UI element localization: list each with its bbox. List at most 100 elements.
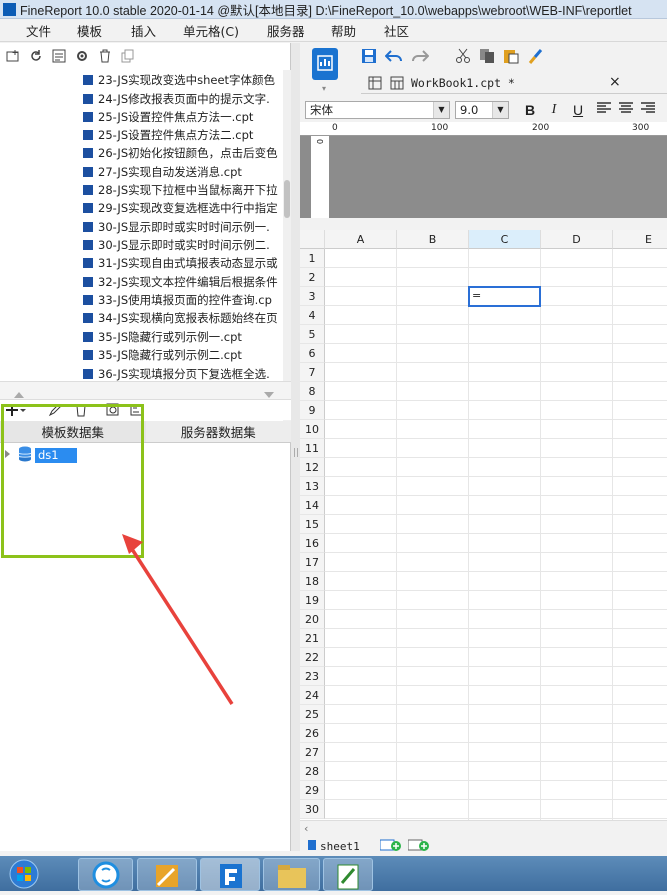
row-header[interactable]: 12 — [300, 458, 325, 477]
list-item[interactable]: 33-JS使用填报页面的控件查询.cp — [83, 291, 272, 309]
panel-divider[interactable] — [0, 381, 291, 400]
taskbar-tool-button[interactable] — [137, 858, 197, 891]
redo-icon[interactable] — [411, 48, 430, 67]
list-item[interactable]: 25-JS设置控件焦点方法二.cpt — [83, 126, 253, 144]
delete-icon[interactable] — [98, 49, 112, 63]
align-left-icon[interactable] — [597, 102, 611, 117]
row-header[interactable]: 13 — [300, 477, 325, 496]
column-header[interactable]: C — [469, 230, 541, 249]
spreadsheet-grid[interactable]: A B C D E 1 2 3 4 5 6 7 8 9 10 11 12 13 14 15 16 17 18 19 2… — [300, 230, 667, 820]
copy-cell-icon[interactable] — [479, 48, 495, 67]
collapse-up-icon[interactable] — [14, 387, 24, 401]
paste-icon[interactable] — [503, 48, 519, 67]
close-tab-icon[interactable]: × — [609, 74, 621, 90]
underline-button[interactable]: U — [569, 102, 587, 118]
settings-icon[interactable] — [75, 49, 89, 63]
menu-insert[interactable]: 插入 — [131, 21, 156, 40]
row-header[interactable]: 10 — [300, 420, 325, 439]
row-header[interactable]: 8 — [300, 382, 325, 401]
refresh-icon[interactable] — [29, 49, 43, 63]
file-list-scrollbar[interactable] — [283, 70, 291, 422]
taskbar-finereport-button[interactable] — [200, 858, 260, 891]
add-sheet-icon[interactable] — [379, 839, 402, 854]
column-header[interactable]: D — [541, 230, 613, 249]
taskbar-explorer-button[interactable] — [263, 858, 320, 891]
list-item[interactable]: 28-JS实现下拉框中当鼠标离开下拉 — [83, 181, 278, 199]
column-header[interactable]: E — [613, 230, 667, 249]
row-header[interactable]: 29 — [300, 781, 325, 800]
row-header[interactable]: 7 — [300, 363, 325, 382]
list-item[interactable]: 23-JS实现改变选中sheet字体颜色 — [83, 71, 275, 89]
row-header[interactable]: 28 — [300, 762, 325, 781]
row-header[interactable]: 24 — [300, 686, 325, 705]
sheet-tab[interactable]: sheet1 — [320, 840, 360, 853]
row-header[interactable]: 6 — [300, 344, 325, 363]
workbook-tab-label[interactable]: WorkBook1.cpt * — [411, 76, 515, 90]
row-header[interactable]: 16 — [300, 534, 325, 553]
menu-server[interactable]: 服务器 — [267, 21, 305, 40]
row-header[interactable]: 2 — [300, 268, 325, 287]
row-header[interactable]: 19 — [300, 591, 325, 610]
list-item[interactable]: 25-JS设置控件焦点方法一.cpt — [83, 108, 253, 126]
start-button[interactable] — [2, 859, 46, 892]
list-item[interactable]: 34-JS实现横向宽报表标题始终在页 — [83, 309, 278, 327]
save-icon[interactable] — [361, 48, 377, 67]
list-item[interactable]: 35-JS隐藏行或列示例二.cpt — [83, 346, 242, 364]
grid-horizontal-scrollbar[interactable]: ‹ — [300, 820, 667, 836]
row-header[interactable]: 9 — [300, 401, 325, 420]
list-item[interactable]: 32-JS实现文本控件编辑后根据条件 — [83, 273, 278, 291]
copy-icon[interactable] — [121, 49, 135, 63]
new-folder-icon[interactable] — [6, 49, 20, 63]
collapse-down-icon[interactable] — [264, 387, 274, 401]
align-center-icon[interactable] — [619, 102, 633, 117]
dropdown-arrow-icon[interactable]: ▾ — [322, 84, 326, 93]
column-header[interactable]: B — [397, 230, 469, 249]
row-header[interactable]: 21 — [300, 629, 325, 648]
file-list-scroll-thumb[interactable] — [284, 180, 290, 218]
list-item[interactable]: 29-JS实现改变复选框选中行中指定 — [83, 199, 278, 217]
column-header[interactable]: A — [325, 230, 397, 249]
italic-button[interactable]: I — [545, 102, 563, 118]
taskbar-editor-button[interactable] — [323, 858, 373, 891]
row-header[interactable]: 22 — [300, 648, 325, 667]
scroll-left-icon[interactable]: ‹ — [304, 822, 308, 835]
menu-community[interactable]: 社区 — [384, 21, 409, 40]
list-item[interactable]: 35-JS隐藏行或列示例一.cpt — [83, 328, 242, 346]
undo-icon[interactable] — [384, 48, 403, 67]
row-header[interactable]: 5 — [300, 325, 325, 344]
row-header[interactable]: 27 — [300, 743, 325, 762]
design-mode-button[interactable] — [312, 48, 338, 80]
row-header[interactable]: 25 — [300, 705, 325, 724]
list-item[interactable]: 30-JS显示即时或实时时间示例一. — [83, 218, 270, 236]
row-header[interactable]: 23 — [300, 667, 325, 686]
menu-file[interactable]: 文件 — [26, 21, 51, 40]
bold-button[interactable]: B — [521, 102, 539, 118]
row-header[interactable]: 26 — [300, 724, 325, 743]
list-item[interactable]: 31-JS实现自由式填报表动态显示或 — [83, 254, 278, 272]
font-name-select[interactable]: 宋体 ▼ — [305, 100, 450, 119]
row-header[interactable]: 15 — [300, 515, 325, 534]
menu-template[interactable]: 模板 — [77, 21, 102, 40]
align-right-icon[interactable] — [641, 102, 655, 117]
row-header[interactable]: 30 — [300, 800, 325, 819]
row-header[interactable]: 3 — [300, 287, 325, 306]
tab-server-dataset[interactable]: 服务器数据集 — [145, 421, 291, 443]
chevron-down-icon[interactable]: ▼ — [492, 101, 508, 118]
list-item[interactable]: 26-JS初始化按钮颜色，点击后变色 — [83, 144, 278, 162]
row-header[interactable]: 17 — [300, 553, 325, 572]
menu-cell[interactable]: 单元格(C) — [183, 21, 239, 40]
row-header[interactable]: 4 — [300, 306, 325, 325]
row-header[interactable]: 11 — [300, 439, 325, 458]
panel-splitter[interactable]: || — [291, 43, 300, 851]
row-header[interactable]: 20 — [300, 610, 325, 629]
format-painter-icon[interactable] — [527, 48, 543, 67]
select-all-corner[interactable] — [300, 230, 325, 249]
add-poly-sheet-icon[interactable] — [407, 839, 430, 854]
row-header[interactable]: 14 — [300, 496, 325, 515]
row-header[interactable]: 1 — [300, 249, 325, 268]
taskbar-browser-button[interactable] — [78, 858, 133, 891]
selected-cell[interactable]: = — [468, 286, 541, 307]
cut-icon[interactable] — [455, 48, 471, 67]
list-item[interactable]: 27-JS实现自动发送消息.cpt — [83, 163, 242, 181]
row-header[interactable]: 18 — [300, 572, 325, 591]
